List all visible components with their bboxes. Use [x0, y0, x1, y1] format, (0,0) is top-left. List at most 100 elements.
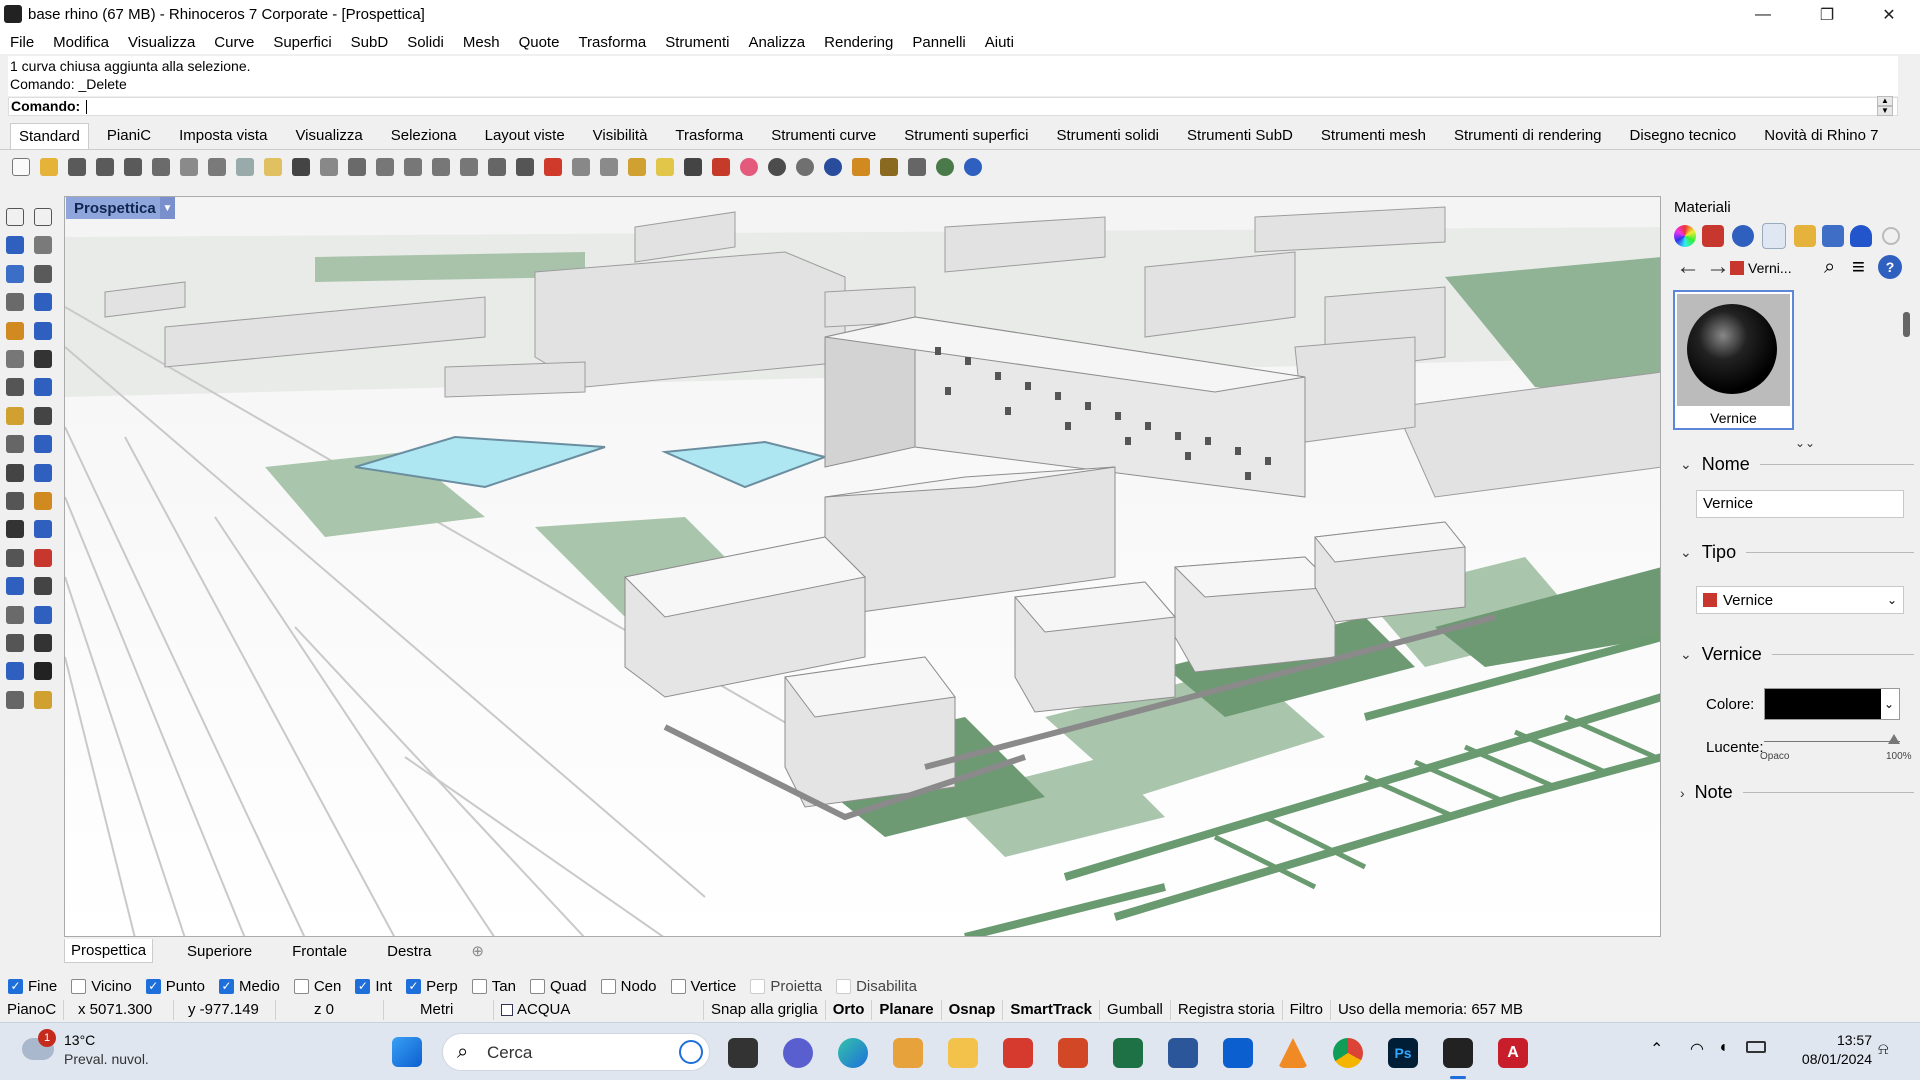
mesh-icon[interactable] [3, 432, 27, 456]
light-tool-icon[interactable] [31, 432, 55, 456]
back-arrow-icon[interactable]: ← [1676, 255, 1700, 279]
transform-tool-icon[interactable] [3, 461, 27, 485]
car-icon[interactable] [540, 155, 566, 179]
dimension-icon[interactable] [31, 546, 55, 570]
osnap-nodo[interactable]: Nodo [600, 978, 657, 995]
menu-visualizza[interactable]: Visualizza [128, 34, 195, 51]
tab-imposta-vista[interactable]: Imposta vista [179, 127, 267, 144]
save-as-icon[interactable] [92, 155, 118, 179]
move-view-icon[interactable] [344, 155, 370, 179]
zoom-window-icon[interactable] [400, 155, 426, 179]
menu-quote[interactable]: Quote [519, 34, 560, 51]
ellipse-icon[interactable] [31, 262, 55, 286]
menu-modifica[interactable]: Modifica [53, 34, 109, 51]
circle-tool-icon[interactable] [3, 262, 27, 286]
mail-icon[interactable] [893, 1038, 923, 1068]
array-icon[interactable] [3, 631, 27, 655]
viewport-tab-superiore[interactable]: Superiore [181, 940, 258, 963]
pan-icon[interactable] [316, 155, 342, 179]
status-planar[interactable]: Planare [872, 1000, 942, 1020]
osnap-checkbox[interactable] [529, 978, 545, 994]
status-units[interactable]: Metri [384, 1000, 494, 1020]
scroll-up-icon[interactable]: ▲ [1877, 96, 1893, 106]
help-icon[interactable] [960, 155, 986, 179]
color-wheel-icon[interactable] [736, 155, 762, 179]
sphere-rendered-icon[interactable] [792, 155, 818, 179]
zoom-selected-icon[interactable] [456, 155, 482, 179]
osnap-quad[interactable]: Quad [529, 978, 587, 995]
box-icon[interactable] [3, 375, 27, 399]
menu-subd[interactable]: SubD [351, 34, 389, 51]
tab-pianic[interactable]: PianiC [107, 127, 151, 144]
tab-disegno-tecnico[interactable]: Disegno tecnico [1630, 127, 1737, 144]
section-icon[interactable] [31, 603, 55, 627]
surface-icon[interactable] [3, 347, 27, 371]
tools-icon[interactable] [848, 155, 874, 179]
paint-icon[interactable] [31, 688, 55, 712]
extrude-icon[interactable] [31, 347, 55, 371]
tab-standard[interactable]: Standard [10, 122, 89, 149]
arc-icon[interactable] [3, 319, 27, 343]
tab-strumenti-curve[interactable]: Strumenti curve [771, 127, 876, 144]
rhino-taskbar-icon[interactable] [1443, 1038, 1473, 1068]
open-icon[interactable] [36, 155, 62, 179]
settings-gear-icon[interactable] [1882, 227, 1900, 245]
point-icon[interactable] [31, 205, 55, 229]
osnap-checkbox[interactable] [293, 978, 309, 994]
material-type-select[interactable]: Vernice ⌄ [1696, 586, 1904, 614]
align-icon[interactable] [31, 461, 55, 485]
notification-tab-icon[interactable] [1850, 225, 1872, 247]
menu-curve[interactable]: Curve [214, 34, 254, 51]
tab-visualizza[interactable]: Visualizza [295, 127, 362, 144]
status-gumball[interactable]: Gumball [1100, 1000, 1171, 1020]
new-icon[interactable] [8, 155, 34, 179]
osnap-int[interactable]: ✓ Int [355, 978, 392, 995]
cap-icon[interactable] [31, 404, 55, 428]
zoom-icon[interactable] [372, 155, 398, 179]
light-icon[interactable] [652, 155, 678, 179]
menu-mesh[interactable]: Mesh [463, 34, 500, 51]
color-picker[interactable]: ⌄ [1764, 688, 1900, 720]
polygon-icon[interactable] [3, 290, 27, 314]
fillet-icon[interactable] [31, 319, 55, 343]
menu-pannelli[interactable]: Pannelli [912, 34, 965, 51]
boolean-icon[interactable] [31, 375, 55, 399]
clock-date[interactable]: 08/01/2024 [1794, 1051, 1872, 1067]
texture-tab-icon[interactable] [1762, 223, 1786, 249]
scale-icon[interactable] [3, 659, 27, 683]
block-icon[interactable] [3, 574, 27, 598]
osnap-checkbox[interactable] [471, 978, 487, 994]
block-edit-icon[interactable] [31, 631, 55, 655]
environment-tab-icon[interactable] [1732, 225, 1754, 247]
osnap-proietta[interactable]: Proietta [750, 978, 822, 995]
cut-icon[interactable] [204, 155, 230, 179]
status-history[interactable]: Registra storia [1171, 1000, 1283, 1020]
word-icon[interactable] [1168, 1038, 1198, 1068]
print-icon[interactable] [148, 155, 174, 179]
autocad-icon[interactable]: A [1498, 1038, 1528, 1068]
group-icon[interactable] [31, 489, 55, 513]
viewport-title[interactable]: Prospettica [66, 197, 174, 219]
tab-strumenti-mesh[interactable]: Strumenti mesh [1321, 127, 1426, 144]
viewport-tab-frontale[interactable]: Frontale [286, 940, 353, 963]
battery-icon[interactable] [1746, 1041, 1766, 1053]
minimize-button[interactable]: — [1740, 0, 1786, 30]
weather-description[interactable]: Preval. nuvol. [64, 1051, 149, 1067]
osnap-punto[interactable]: ✓ Punto [145, 978, 205, 995]
status-grid-snap[interactable]: Snap alla griglia [704, 1000, 826, 1020]
tab-layout-viste[interactable]: Layout viste [485, 127, 565, 144]
gloss-slider-thumb[interactable] [1888, 734, 1900, 744]
tab-strumenti-rendering[interactable]: Strumenti di rendering [1454, 127, 1602, 144]
camera-icon[interactable] [568, 155, 594, 179]
check-icon[interactable] [31, 659, 55, 683]
cylinder-icon[interactable] [3, 404, 27, 428]
osnap-checkbox[interactable]: ✓ [218, 978, 234, 994]
osnap-checkbox[interactable]: ✓ [145, 978, 161, 994]
osnap-checkbox[interactable] [670, 978, 686, 994]
copy-page-icon[interactable] [176, 155, 202, 179]
teams-chat-icon[interactable] [783, 1038, 813, 1068]
status-cplane[interactable]: PianoC [0, 1000, 64, 1020]
menu-strumenti[interactable]: Strumenti [665, 34, 729, 51]
status-smarttrack[interactable]: SmartTrack [1003, 1000, 1101, 1020]
menu-trasforma[interactable]: Trasforma [578, 34, 646, 51]
